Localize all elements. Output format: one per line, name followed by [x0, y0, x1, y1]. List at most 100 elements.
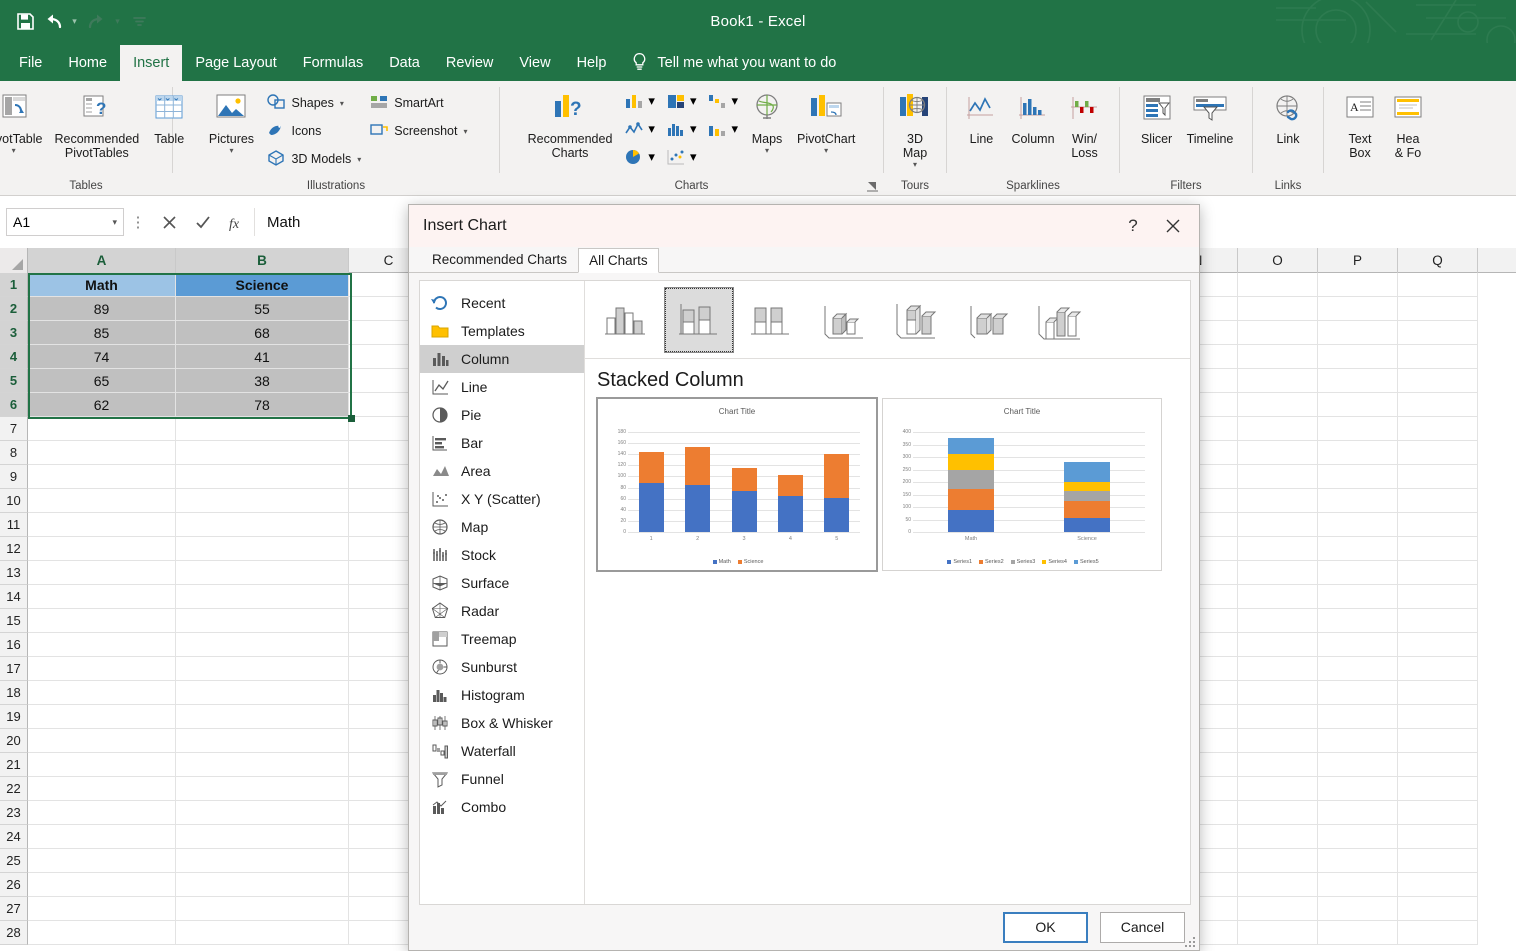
cell-empty[interactable] — [1398, 753, 1478, 777]
row-header-25[interactable]: 25 — [0, 849, 28, 873]
cell-empty[interactable] — [176, 897, 349, 921]
row-header-15[interactable]: 15 — [0, 609, 28, 633]
row-header-26[interactable]: 26 — [0, 873, 28, 897]
help-icon[interactable]: ? — [1113, 210, 1153, 242]
shapes-dropdown-icon[interactable]: ▾ — [340, 99, 344, 108]
cell-A6[interactable]: 62 — [28, 393, 176, 417]
chart-type-area[interactable]: Area — [420, 457, 584, 485]
chart-type-histogram[interactable]: Histogram — [420, 681, 584, 709]
cell-empty[interactable] — [1398, 345, 1478, 369]
cell-empty[interactable] — [1398, 417, 1478, 441]
cell-empty[interactable] — [28, 609, 176, 633]
cell-empty[interactable] — [1398, 489, 1478, 513]
cell-empty[interactable] — [28, 849, 176, 873]
cell-A2[interactable]: 89 — [28, 297, 176, 321]
cell-empty[interactable] — [1398, 921, 1478, 945]
cell-empty[interactable] — [1238, 465, 1318, 489]
tab-data[interactable]: Data — [376, 45, 433, 81]
column-bar-chart-dropdown-icon[interactable]: ▾ — [648, 93, 655, 109]
cell-empty[interactable] — [1318, 609, 1398, 633]
cell-empty[interactable] — [1318, 633, 1398, 657]
cell-empty[interactable] — [1398, 273, 1478, 297]
cell-empty[interactable] — [1398, 441, 1478, 465]
row-header-7[interactable]: 7 — [0, 417, 28, 441]
cell-empty[interactable] — [28, 873, 176, 897]
cell-empty[interactable] — [1318, 489, 1398, 513]
cell-empty[interactable] — [1318, 513, 1398, 537]
chart-type-surface[interactable]: Surface — [420, 569, 584, 597]
screenshot-button[interactable]: Screenshot ▾ — [365, 117, 471, 145]
cell-empty[interactable] — [28, 561, 176, 585]
cell-empty[interactable] — [176, 825, 349, 849]
cell-empty[interactable] — [176, 777, 349, 801]
cell-empty[interactable] — [1398, 297, 1478, 321]
sparkline-winloss-button[interactable]: Win/ Loss — [1061, 85, 1109, 160]
formula-bar-options-icon[interactable]: ⋮ — [124, 213, 152, 231]
cell-empty[interactable] — [1238, 441, 1318, 465]
cell-empty[interactable] — [1398, 897, 1478, 921]
tell-me-search[interactable]: Tell me what you want to do — [619, 45, 848, 81]
row-header-21[interactable]: 21 — [0, 753, 28, 777]
cell-B4[interactable]: 41 — [176, 345, 349, 369]
chart-type-templates[interactable]: Templates — [420, 317, 584, 345]
tab-recommended-charts[interactable]: Recommended Charts — [421, 247, 578, 272]
cell-empty[interactable] — [1318, 873, 1398, 897]
cell-empty[interactable] — [1398, 657, 1478, 681]
hierarchy-chart-dropdown-icon[interactable]: ▾ — [690, 93, 697, 109]
cell-empty[interactable] — [28, 465, 176, 489]
cell-empty[interactable] — [1398, 681, 1478, 705]
smartart-button[interactable]: SmartArt — [365, 89, 471, 117]
cell-empty[interactable] — [176, 609, 349, 633]
cancel-icon[interactable] — [152, 208, 186, 236]
3d-models-dropdown-icon[interactable]: ▾ — [357, 155, 361, 164]
row-header-11[interactable]: 11 — [0, 513, 28, 537]
tab-view[interactable]: View — [506, 45, 563, 81]
chart-type-line[interactable]: Line — [420, 373, 584, 401]
insert-hierarchy-chart-button[interactable]: ▾ — [660, 91, 702, 111]
dialog-resize-grip[interactable] — [1184, 936, 1196, 948]
row-header-19[interactable]: 19 — [0, 705, 28, 729]
cell-empty[interactable] — [176, 633, 349, 657]
3d-models-button[interactable]: 3D Models ▾ — [262, 145, 365, 173]
cell-empty[interactable] — [1238, 297, 1318, 321]
row-header-22[interactable]: 22 — [0, 777, 28, 801]
maps-dropdown-icon[interactable]: ▾ — [765, 147, 769, 155]
chart-type-column[interactable]: Column — [420, 345, 584, 373]
row-header-2[interactable]: 2 — [0, 297, 28, 321]
name-box-dropdown-icon[interactable]: ▾ — [112, 217, 117, 228]
row-header-12[interactable]: 12 — [0, 537, 28, 561]
chart-type-combo[interactable]: Combo — [420, 793, 584, 821]
tab-home[interactable]: Home — [55, 45, 120, 81]
cell-empty[interactable] — [1238, 537, 1318, 561]
cell-empty[interactable] — [1398, 321, 1478, 345]
cell-empty[interactable] — [176, 729, 349, 753]
cell-empty[interactable] — [176, 489, 349, 513]
cell-empty[interactable] — [1398, 609, 1478, 633]
tab-file[interactable]: File — [6, 45, 55, 81]
cell-empty[interactable] — [1398, 465, 1478, 489]
chart-type-bar[interactable]: Bar — [420, 429, 584, 457]
row-header-23[interactable]: 23 — [0, 801, 28, 825]
chart-type-sunburst[interactable]: Sunburst — [420, 653, 584, 681]
row-header-14[interactable]: 14 — [0, 585, 28, 609]
row-header-8[interactable]: 8 — [0, 441, 28, 465]
cell-empty[interactable] — [1318, 729, 1398, 753]
cell-empty[interactable] — [176, 585, 349, 609]
cell-empty[interactable] — [1318, 273, 1398, 297]
cell-empty[interactable] — [1398, 849, 1478, 873]
cell-empty[interactable] — [176, 705, 349, 729]
pivotchart-dropdown-icon[interactable]: ▾ — [824, 147, 828, 155]
cell-empty[interactable] — [28, 441, 176, 465]
cell-empty[interactable] — [1238, 321, 1318, 345]
chart-subtype-3d-clustered-column[interactable] — [809, 288, 877, 352]
cell-empty[interactable] — [1238, 393, 1318, 417]
row-header-16[interactable]: 16 — [0, 633, 28, 657]
charts-dialog-box-launcher[interactable] — [867, 181, 879, 193]
link-button[interactable]: Link — [1264, 85, 1312, 146]
cell-empty[interactable] — [1238, 729, 1318, 753]
cell-empty[interactable] — [1238, 633, 1318, 657]
insert-scatter-bubble-chart-button[interactable]: ▾ — [660, 147, 702, 167]
cell-B1[interactable]: Science — [176, 273, 349, 297]
cell-empty[interactable] — [176, 753, 349, 777]
cell-empty[interactable] — [1238, 897, 1318, 921]
